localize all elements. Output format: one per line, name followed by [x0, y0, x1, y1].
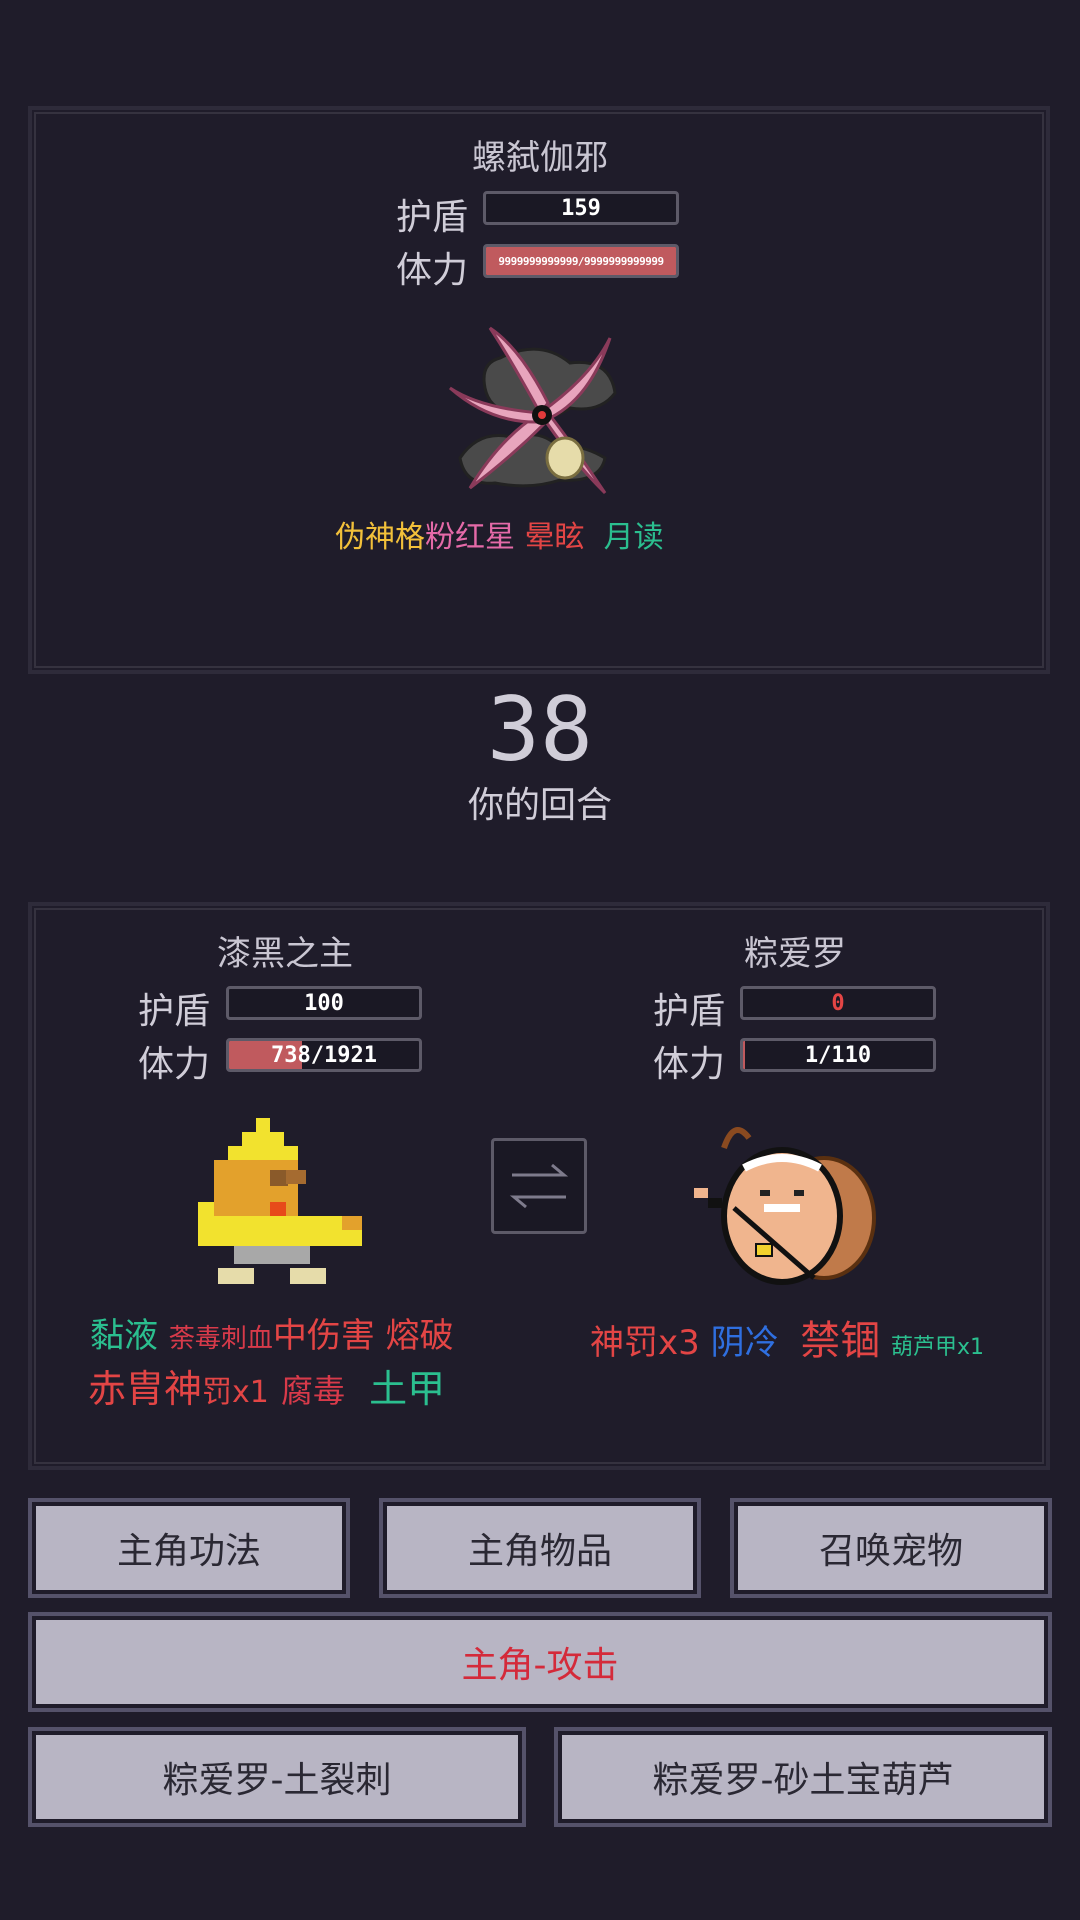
pet-hp-bar: 1/110: [740, 1038, 936, 1072]
turn-label: 你的回合: [467, 785, 612, 826]
pet-sprite[interactable]: [694, 1118, 884, 1294]
player-tag-3[interactable]: 中伤害: [273, 1316, 375, 1356]
summon-pet-button[interactable]: 召唤宠物: [730, 1498, 1052, 1598]
enemy-tags: 伪神格粉红星 晕眩 月读: [335, 512, 664, 556]
enemy-name: 螺弑伽邪: [472, 138, 608, 178]
pet-name: 粽爱罗: [744, 934, 846, 974]
pet-shield-label: 护盾: [652, 991, 725, 1032]
player-tag-6[interactable]: 罚x1: [202, 1375, 269, 1410]
player-hp-bar: 738/1921: [226, 1038, 422, 1072]
attack-button[interactable]: 主角-攻击: [28, 1612, 1052, 1712]
enemy-tag-4[interactable]: 月读: [604, 520, 664, 555]
pet-tag-4[interactable]: 葫芦甲x1: [891, 1335, 984, 1360]
pet-shield-bar: 0: [740, 986, 936, 1020]
pet-hp-label: 体力: [652, 1044, 725, 1085]
pet-skill-1-button[interactable]: 粽爱罗-土裂刺: [28, 1727, 526, 1827]
pet-skill-2-button[interactable]: 粽爱罗-砂土宝葫芦: [554, 1727, 1052, 1827]
player-tag-8[interactable]: 土甲: [369, 1367, 445, 1411]
pet-tag-1[interactable]: 神罚x3: [590, 1323, 700, 1363]
player-hp-value: 738/1921: [271, 1042, 377, 1068]
swap-arrows-icon: [509, 1163, 569, 1209]
pet-shield-value: 0: [831, 990, 845, 1016]
enemy-shield-bar: 159: [483, 191, 679, 225]
pet-tags: 神罚x3 阴冷 禁锢 葫芦甲x1: [590, 1308, 984, 1366]
player-tag-4[interactable]: 熔破: [386, 1316, 454, 1356]
enemy-hp-bar: 9999999999999/9999999999999: [483, 244, 679, 278]
player-tags-row2: 赤胄神罚x1 腐毒 土甲: [88, 1358, 445, 1413]
items-button[interactable]: 主角物品: [379, 1498, 701, 1598]
enemy-hp-label: 体力: [395, 250, 468, 291]
turn-number: 38: [487, 678, 593, 781]
enemy-shield-label: 护盾: [395, 197, 468, 238]
player-name: 漆黑之主: [217, 934, 353, 974]
enemy-tag-2[interactable]: 粉红星: [425, 520, 515, 555]
player-tag-5[interactable]: 赤胄神: [88, 1367, 202, 1411]
player-shield-label: 护盾: [137, 991, 210, 1032]
player-hp-label: 体力: [137, 1044, 210, 1085]
enemy-shield-value: 159: [561, 195, 601, 221]
player-sprite[interactable]: [198, 1118, 366, 1288]
swap-button[interactable]: [491, 1138, 587, 1234]
player-tag-7[interactable]: 腐毒: [281, 1372, 345, 1410]
enemy-sprite[interactable]: [440, 318, 640, 498]
enemy-tag-3[interactable]: 晕眩: [525, 520, 585, 555]
enemy-tag-1[interactable]: 伪神格: [335, 520, 425, 555]
player-tag-2[interactable]: 荼毒刺血: [169, 1324, 273, 1354]
skills-button[interactable]: 主角功法: [28, 1498, 350, 1598]
player-tags-row1: 黏液 荼毒刺血中伤害 熔破: [90, 1308, 454, 1357]
pet-tag-2[interactable]: 阴冷: [711, 1323, 779, 1363]
enemy-hp-value: 9999999999999/9999999999999: [498, 254, 664, 268]
player-shield-bar: 100: [226, 986, 422, 1020]
player-shield-value: 100: [304, 990, 344, 1016]
player-tag-1[interactable]: 黏液: [90, 1316, 158, 1356]
pet-hp-value: 1/110: [804, 1042, 872, 1068]
pet-tag-3[interactable]: 禁锢: [800, 1318, 880, 1364]
